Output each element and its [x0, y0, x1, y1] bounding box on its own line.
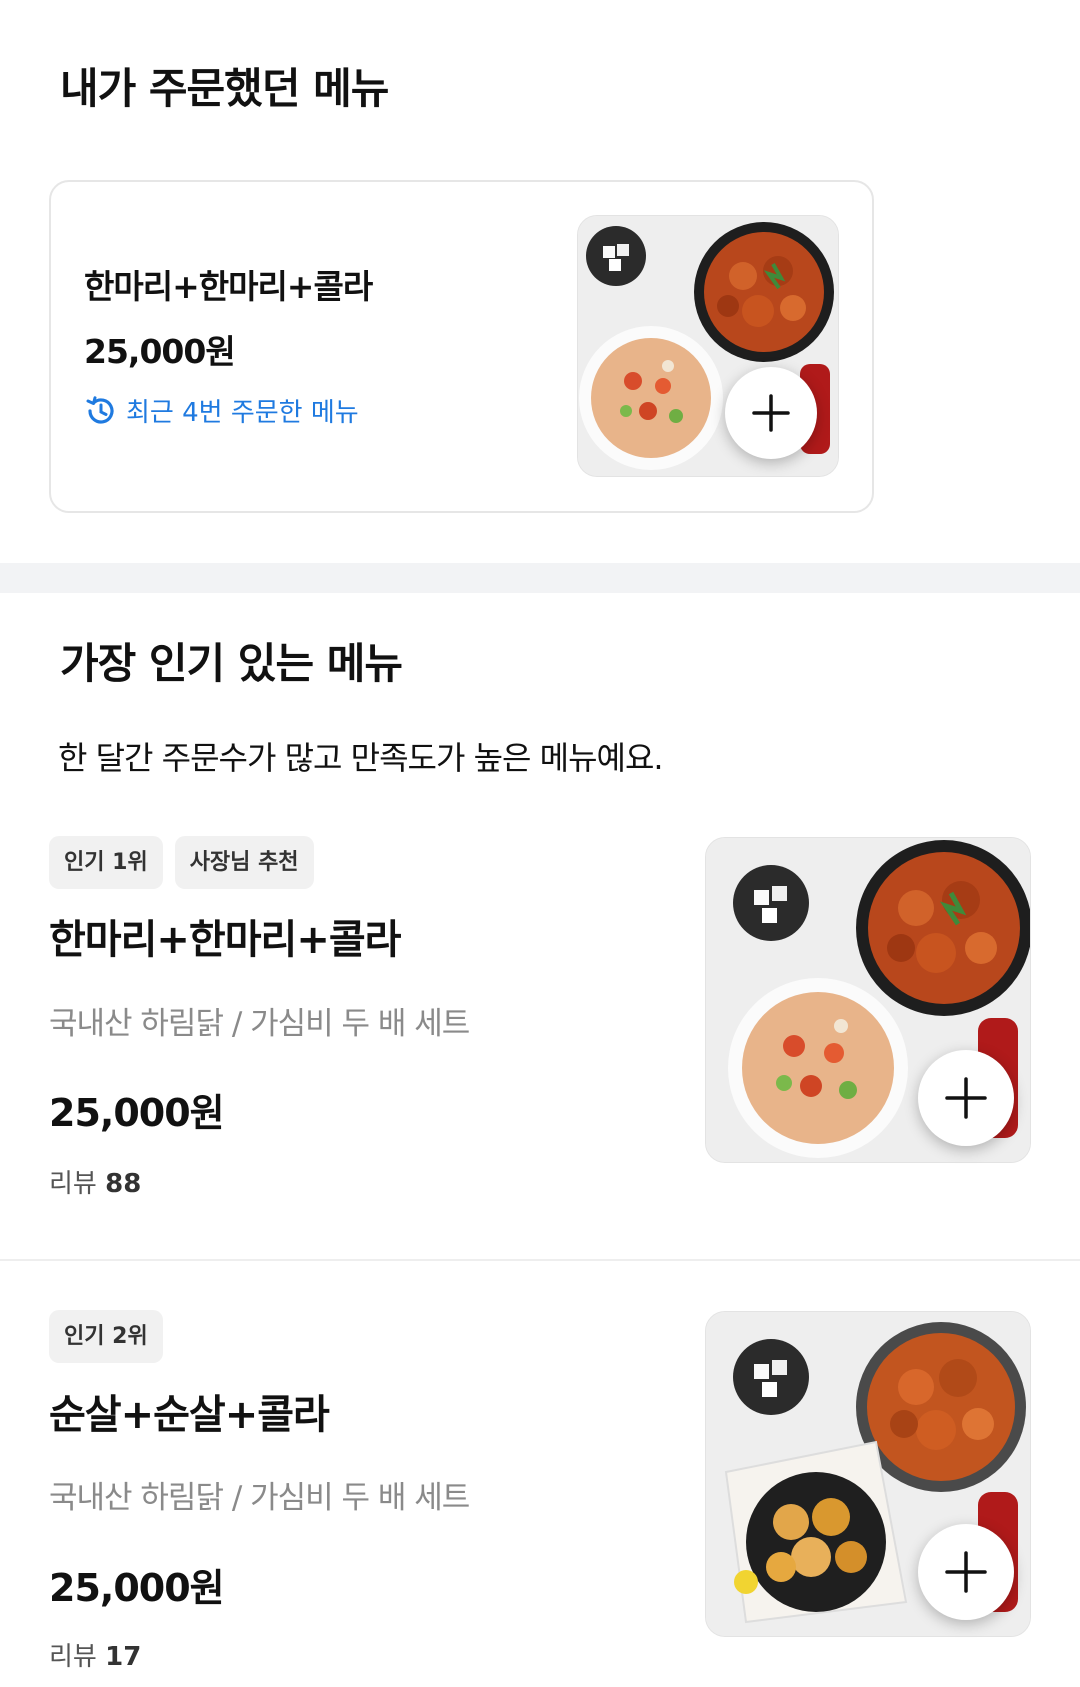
plus-icon — [945, 1551, 987, 1593]
item-1-add-button[interactable] — [918, 1050, 1014, 1146]
ordered-section-title: 내가 주문했던 메뉴 — [60, 64, 389, 113]
review-label: 리뷰 — [49, 1642, 97, 1672]
section-divider — [0, 563, 1080, 593]
recommend-tag: 사장님 추천 — [174, 836, 314, 889]
recent-add-button[interactable] — [725, 367, 817, 459]
item-2-price: 25,000원 — [49, 1566, 225, 1610]
item-2-review: 리뷰 17 — [49, 1636, 141, 1673]
recent-order-badge: 최근 4번 주문한 메뉴 — [84, 392, 359, 429]
item-1-name[interactable]: 한마리+한마리+콜라 — [49, 907, 401, 965]
recent-item-price: 25,000원 — [84, 332, 236, 371]
item-1-price: 25,000원 — [49, 1091, 225, 1135]
review-label: 리뷰 — [49, 1169, 97, 1199]
plus-icon — [945, 1077, 987, 1119]
row-divider — [0, 1259, 1080, 1261]
recent-order-badge-text: 최근 4번 주문한 메뉴 — [126, 398, 359, 428]
item-2-add-button[interactable] — [918, 1524, 1014, 1620]
plus-icon — [752, 394, 790, 432]
review-count: 88 — [105, 1169, 142, 1199]
review-count: 17 — [105, 1642, 142, 1672]
rank-tag: 인기 2위 — [49, 1310, 163, 1363]
popular-section-subtitle: 한 달간 주문수가 많고 만족도가 높은 메뉴예요. — [58, 739, 664, 777]
item-1-desc: 국내산 하림닭 / 가심비 두 배 세트 — [49, 1006, 470, 1042]
item-2-name[interactable]: 순살+순살+콜라 — [49, 1382, 330, 1440]
history-clock-icon — [84, 394, 118, 428]
item-2-desc: 국내산 하림닭 / 가심비 두 배 세트 — [49, 1480, 470, 1516]
item-2-tags: 인기 2위 — [49, 1310, 163, 1363]
recent-item-name: 한마리+한마리+콜라 — [84, 267, 373, 306]
item-1-tags: 인기 1위 사장님 추천 — [49, 836, 314, 889]
item-1-review: 리뷰 88 — [49, 1163, 141, 1200]
rank-tag: 인기 1위 — [49, 836, 163, 889]
popular-section-title: 가장 인기 있는 메뉴 — [60, 639, 403, 688]
